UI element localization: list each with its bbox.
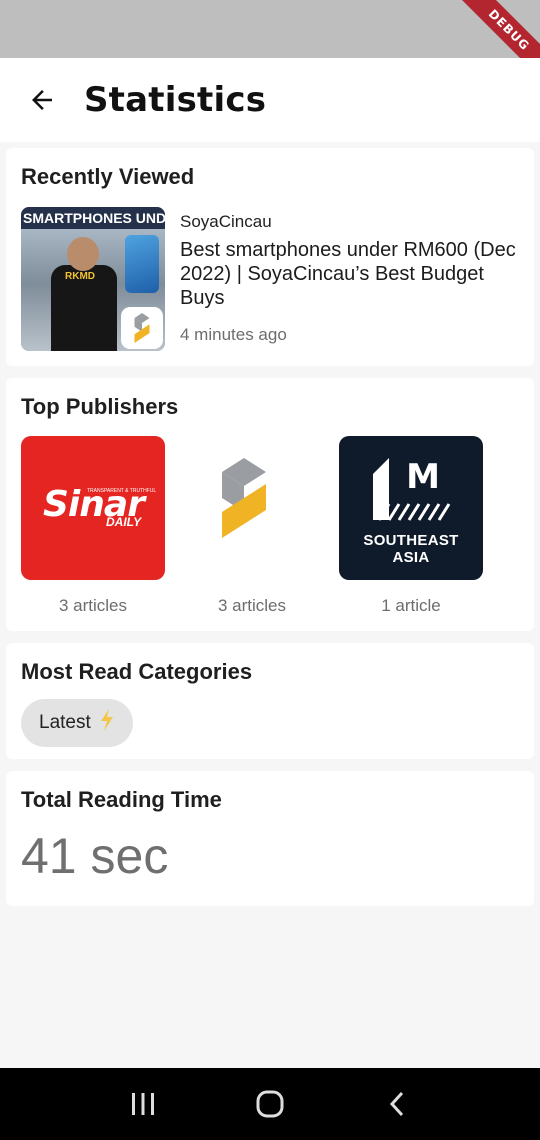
thumbnail-phone [125,235,159,293]
soyacincau-logo [180,436,324,580]
categories-heading: Most Read Categories [21,659,253,684]
status-bar: DEBUG [0,0,540,58]
top-publishers-card: Top Publishers TRANSPARENT & TRUTHFUL Si… [6,378,534,631]
back-button[interactable] [20,78,64,122]
mashable-letter: M [406,457,440,497]
thumbnail-shirt-text: RKMD [65,271,95,282]
publisher-item[interactable]: M SOUTHEAST ASIA 1 article [339,436,483,616]
recent-apps-button[interactable] [113,1074,173,1134]
home-button[interactable] [240,1074,300,1134]
back-nav-button[interactable] [367,1074,427,1134]
article-title[interactable]: Best smartphones under RM600 (Dec 2022) … [180,238,520,310]
publisher-article-count: 1 article [381,596,441,615]
publisher-item[interactable]: 3 articles [180,436,324,616]
mashable-line1: SOUTHEAST [363,532,459,549]
system-navigation-bar [0,1068,540,1140]
chevron-left-icon [389,1091,403,1117]
most-read-categories-card: Most Read Categories Latest [6,643,534,759]
publisher-item[interactable]: TRANSPARENT & TRUTHFUL Sinar DAILY 3 art… [21,436,165,616]
publisher-article-count: 3 articles [217,596,287,615]
app-bar: Statistics [0,58,540,142]
chip-label: Latest [39,712,91,733]
reading-time-heading: Total Reading Time [21,787,222,812]
recent-apps-icon [132,1093,155,1115]
top-publishers-heading: Top Publishers [21,394,179,419]
publisher-badge [121,307,163,349]
article-thumbnail[interactable]: SMARTPHONES UNDER RKMD [21,207,165,351]
mashable-line2: ASIA [392,549,430,566]
recently-viewed-heading: Recently Viewed [21,164,195,189]
soyacincau-logo-icon [134,313,150,343]
mashable-se-asia-logo: M SOUTHEAST ASIA [339,436,483,580]
publisher-article-count: 3 articles [58,596,128,615]
reading-time-value: 41 sec [21,828,169,884]
sinar-daily-logo: TRANSPARENT & TRUTHFUL Sinar DAILY [21,436,165,580]
total-reading-time-card: Total Reading Time 41 sec [6,771,534,906]
article-time: 4 minutes ago [180,325,287,344]
category-chip-latest[interactable]: Latest [21,699,133,747]
arrow-left-icon [32,90,52,110]
article-publisher: SoyaCincau [180,212,272,231]
thumbnail-banner-text: SMARTPHONES UNDER [21,207,165,229]
soyacincau-logo-icon [222,458,266,538]
lightning-icon [99,709,115,737]
home-icon [256,1090,284,1118]
thumbnail-person-head [67,237,99,271]
recently-viewed-card: Recently Viewed SMARTPHONES UNDER RKMD S… [6,148,534,366]
debug-banner: DEBUG [454,0,540,58]
sinar-daily-text: DAILY [106,515,142,529]
page-title: Statistics [84,80,267,120]
